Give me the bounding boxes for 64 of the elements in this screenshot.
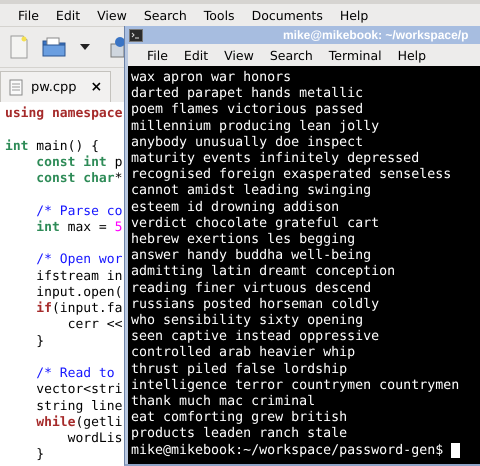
output-line: maturity events infinitely depressed [131,151,420,168]
output-line: controlled arab heavier whip [131,345,356,362]
output-line: recognised foreign exasperated senseless [131,167,452,184]
menu-item[interactable]: Help [390,48,436,62]
output-line: thrust piled false lordship [131,362,348,378]
output-line: darted parapet hands metallic [131,86,364,102]
code-line: wordLis [66,431,122,448]
menu-item[interactable]: View [89,8,136,22]
output-line: hebrew exertions les begging [131,232,356,248]
output-line: intelligence terror countrymen countrymen [131,378,460,394]
new-document-icon[interactable] [10,35,28,59]
output-line: russians posted horseman coldly [131,296,380,314]
output-line: poem flames victorious passed [131,102,364,119]
output-line: products leaden ranch stale [131,426,348,443]
output-line: esteem id drowning addison [131,200,340,216]
code-line: ifstream in [35,268,122,285]
file-tab[interactable]: pw.cpp × [0,71,112,102]
menu-item[interactable]: Edit [48,8,90,22]
folder-icon[interactable] [42,37,66,57]
menu-item[interactable]: Search [262,48,322,62]
code-line: const int p [35,154,122,171]
terminal-icon [129,28,143,42]
menu-item[interactable]: Help [332,8,378,22]
menu-item[interactable]: File [140,48,177,62]
code-line: string line [35,398,122,415]
code-line: input.open( [35,284,122,301]
menu-item[interactable]: Edit [176,48,218,62]
menu-item[interactable]: Tools [196,8,244,22]
output-line: anybody unusually doe inspect [131,134,364,152]
code-line: } [35,447,44,464]
shell-prompt: mike@mikebook:~/workspace/password-gen$ [131,442,444,459]
code-line: int main() { [4,138,99,155]
close-icon[interactable]: × [90,79,102,95]
code-line: cerr << [66,317,122,334]
code-line: /* Open wor [35,252,122,268]
output-line: who sensibility sixty opening [131,313,364,330]
output-line: cannot amidst leading swinging [131,183,372,200]
document-icon [9,78,23,96]
code-line: const char* [35,171,122,188]
menu-item[interactable]: Terminal [322,48,391,62]
text-cursor [451,443,460,458]
menu-item[interactable]: View [217,48,263,62]
output-line: thank much mac criminal [131,394,316,410]
output-line: answer handy buddha well-being [131,248,372,264]
output-line: millennium producing lean jolly [131,118,380,135]
code-line: if(input.fa [35,301,122,318]
code-line: } [35,334,44,350]
menu-item[interactable]: Search [136,8,196,22]
window-title: mike@mikebook: ~/workspace/p [283,28,468,42]
menu-item[interactable]: File [10,8,48,22]
code-line: vector<stri [35,382,122,398]
code-line: while(getli [35,414,122,431]
output-line: admitting latin dreamt conception [131,264,396,281]
output-line: wax apron war honors [131,70,292,86]
output-line: reading finer virtuous descend [131,280,372,297]
output-line: eat comforting grew british [131,410,348,426]
caret-icon[interactable] [80,44,90,50]
output-line: verdict chocolate grateful cart [131,216,380,232]
output-line: seen captive instead oppressive [131,329,380,346]
menu-item[interactable]: Documents [244,8,332,22]
code-line: int max = 5 [35,220,122,236]
code-line: /* Read to [35,366,115,382]
code-line: /* Parse co [35,204,122,220]
code-line: using namespace [4,106,122,122]
